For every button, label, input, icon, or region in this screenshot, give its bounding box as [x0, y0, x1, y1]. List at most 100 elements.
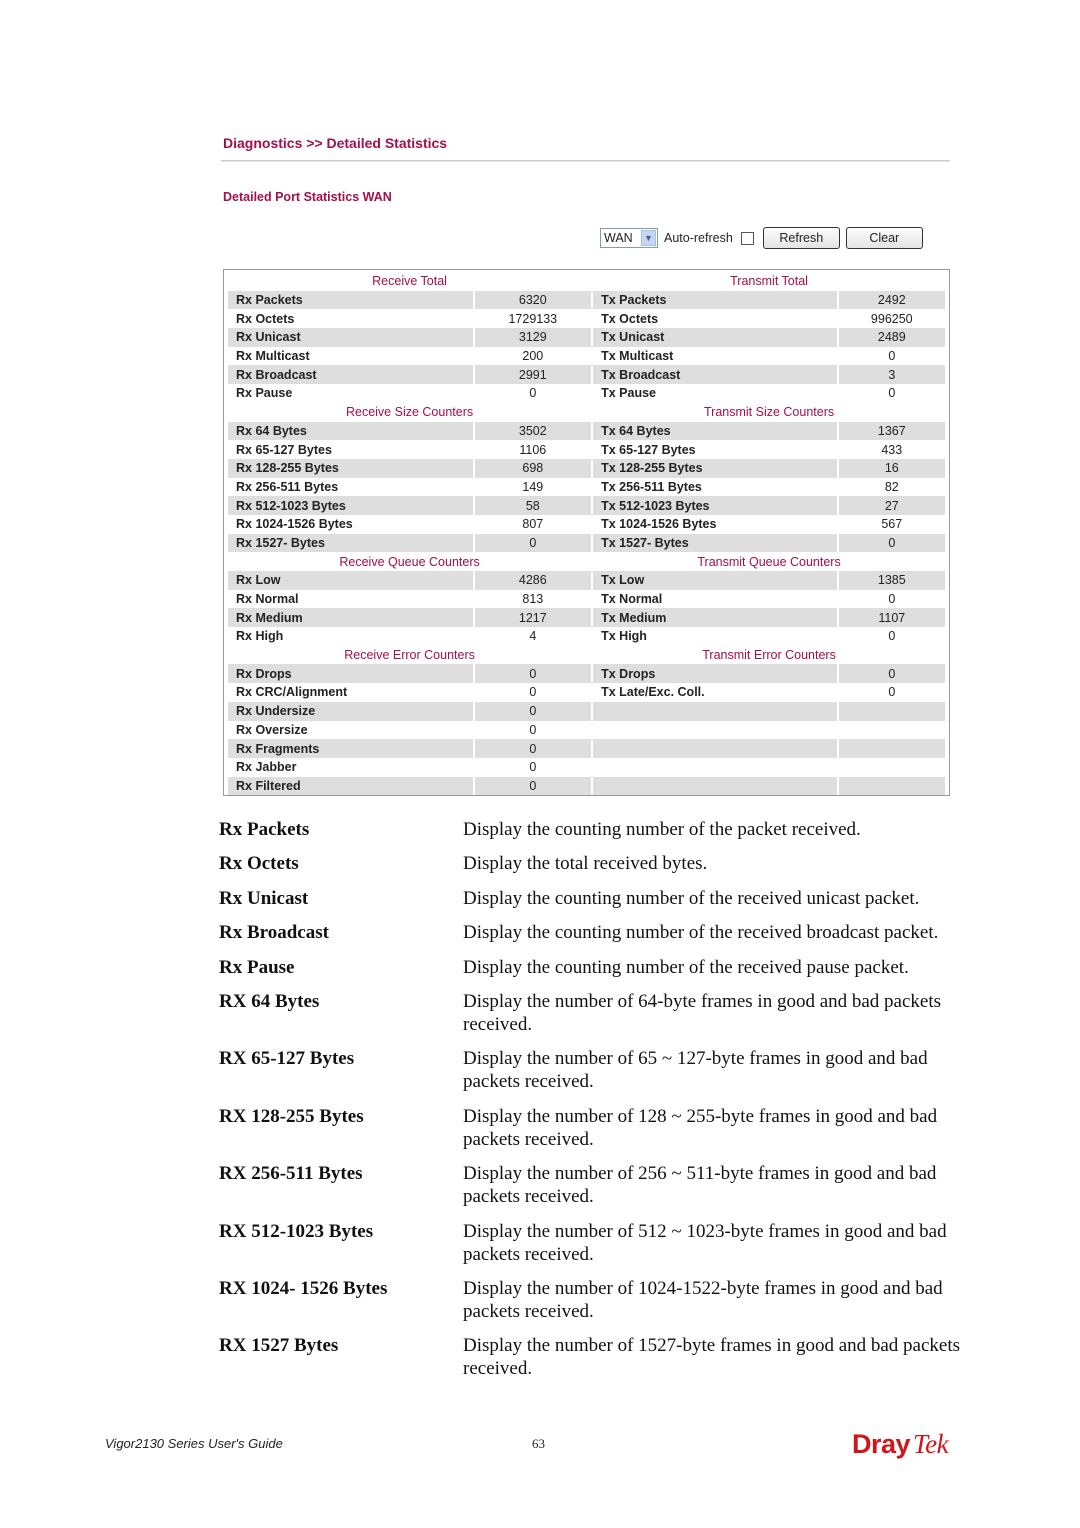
table-row: Rx Fragments 0	[228, 739, 945, 758]
description-definition: Display the counting number of the packe…	[463, 819, 861, 840]
tx-value: 2492	[838, 290, 945, 310]
rx-label: Rx Packets	[228, 290, 473, 310]
description-definition: Display the number of 1527-byte frames i…	[463, 1335, 961, 1380]
rx-label: Rx Broadcast	[228, 365, 473, 385]
description-term: RX 65-127 Bytes	[219, 1048, 355, 1070]
tx-label: Tx Pause	[601, 386, 656, 401]
rx-value: 1729133	[508, 311, 558, 326]
clear-button[interactable]: Clear	[845, 227, 923, 249]
page-number: 63	[532, 1436, 545, 1451]
tx-label	[593, 701, 837, 721]
description-item: Rx Pause Display the counting number of t…	[219, 956, 989, 979]
rx-value: 6320	[474, 290, 592, 310]
tx-value: 0	[888, 592, 896, 607]
description-definition: Display the number of 64-byte frames in …	[463, 990, 942, 1035]
description-item: RX 256-511 Bytes Display the number of 25…	[219, 1162, 989, 1208]
description-term: Rx Unicast	[219, 887, 309, 909]
rx-label: Rx High	[236, 629, 284, 644]
table-row: Rx Octets 1729133 Tx Octets 996250	[228, 309, 945, 328]
tx-label: Tx Normal	[601, 592, 663, 607]
rx-label: Rx Octets	[236, 311, 295, 326]
tx-label: Tx 128-255 Bytes	[593, 458, 837, 478]
tx-label: Tx Medium	[593, 608, 837, 628]
tx-value: 0	[838, 664, 945, 684]
rx-value: 0	[529, 722, 537, 737]
tx-value: 82	[884, 479, 899, 494]
tx-value: 0	[888, 349, 896, 364]
table-row: Rx Filtered 0	[228, 776, 945, 796]
section-title: Detailed Port Statistics WAN	[223, 190, 392, 204]
tx-label	[593, 739, 837, 758]
rx-label: Rx 512-1023 Bytes	[228, 496, 473, 515]
description-definition: Display the number of 1024-1522-byte fra…	[463, 1277, 943, 1322]
rx-value: 0	[474, 701, 592, 721]
tx-label: Tx Packets	[593, 290, 837, 310]
description-item: RX 1527 Bytes Display the number of 1527-…	[219, 1334, 989, 1380]
tx-label: Tx High	[601, 629, 647, 644]
rx-label: Rx Fragments	[228, 739, 473, 758]
tx-label: Tx Broadcast	[593, 365, 837, 385]
description-definition: Display the number of 65 ~ 127-byte fram…	[463, 1048, 928, 1093]
rx-label: Rx 128-255 Bytes	[228, 458, 473, 478]
description-item: RX 65-127 Bytes Display the number of 65 …	[219, 1047, 989, 1093]
description-term: RX 256-511 Bytes	[219, 1163, 363, 1185]
rx-label: Rx 1527- Bytes	[228, 533, 473, 553]
rx-value: 0	[474, 776, 592, 796]
description-term: RX 128-255 Bytes	[219, 1105, 364, 1127]
table-row: Rx Low 4286 Tx Low 1385	[228, 571, 945, 590]
tx-value: 2489	[838, 328, 945, 347]
port-select[interactable]: WAN ▼	[600, 228, 658, 248]
tx-label: Tx Octets	[601, 311, 659, 326]
rx-value: 813	[522, 592, 544, 607]
autorefresh-checkbox[interactable]	[740, 231, 754, 245]
description-item: RX 1024- 1526 Bytes Display the number of…	[219, 1277, 989, 1323]
description-item: Rx Packets Display the counting number of…	[219, 818, 989, 841]
description-item: RX 64 Bytes Display the number of 64-byte…	[219, 990, 989, 1036]
tx-label: Tx Low	[593, 571, 837, 590]
tx-label	[593, 721, 836, 740]
rx-label: Rx Multicast	[236, 349, 310, 364]
tx-label: Tx 65-127 Bytes	[601, 442, 696, 457]
title-divider	[221, 160, 950, 162]
rx-value: 0	[474, 664, 592, 684]
rx-group-title: Receive Size Counters	[345, 405, 474, 420]
rx-value: 149	[522, 479, 544, 494]
statistics-table: Receive Total Transmit Total Rx Packets 632…	[226, 272, 947, 796]
rx-label: Rx 1024-1526 Bytes	[236, 517, 353, 532]
table-row: Rx Undersize 0	[228, 701, 945, 721]
description-definition: Display the number of 128 ~ 255-byte fra…	[463, 1105, 938, 1150]
tx-value: 27	[838, 496, 945, 515]
tx-label: Tx 64 Bytes	[593, 421, 837, 441]
table-row: Rx 256-511 Bytes 149 Tx 256-511 Bytes 82	[228, 478, 945, 497]
rx-group-title: Receive Queue Counters	[339, 554, 480, 569]
description-definition: Display the number of 256 ~ 511-byte fra…	[463, 1163, 937, 1208]
tx-label: Tx Late/Exc. Coll.	[601, 685, 705, 700]
rx-value: 58	[474, 496, 592, 515]
group-header-row: Receive Size Counters Transmit Size Count…	[228, 403, 945, 422]
rx-label: Rx Medium	[228, 608, 473, 628]
description-item: RX 128-255 Bytes Display the number of 12…	[219, 1105, 989, 1151]
tx-value	[839, 721, 945, 740]
tx-group-title: Transmit Size Counters	[703, 405, 835, 420]
toolbar: WAN ▼ Auto-refresh Refresh Clear	[600, 226, 923, 250]
rx-label: Rx Unicast	[228, 328, 473, 347]
tx-value	[838, 739, 945, 758]
rx-label: Rx Low	[228, 571, 473, 590]
tx-value: 0	[888, 386, 896, 401]
description-definition: Display the counting number of the recei…	[463, 887, 920, 909]
autorefresh-label: Auto-refresh	[664, 231, 733, 245]
table-row: Rx Drops 0 Tx Drops 0	[228, 664, 945, 684]
rx-value: 4	[529, 629, 537, 644]
tx-value: 3	[838, 365, 945, 385]
chevron-down-icon[interactable]: ▼	[641, 230, 656, 246]
rx-label: Rx 64 Bytes	[228, 421, 473, 441]
footer-guide-title: Vigor2130 Series User's Guide	[105, 1436, 283, 1451]
description-term: Rx Broadcast	[219, 922, 329, 944]
description-term: RX 64 Bytes	[219, 990, 320, 1012]
table-row: Rx 1527- Bytes 0 Tx 1527- Bytes 0	[228, 533, 945, 553]
description-definition: Display the number of 512 ~ 1023-byte fr…	[463, 1220, 947, 1265]
refresh-button[interactable]: Refresh	[762, 227, 840, 249]
tx-label: Tx 1024-1526 Bytes	[601, 517, 717, 532]
description-term: RX 1527 Bytes	[219, 1335, 339, 1357]
rx-label: Rx Undersize	[228, 701, 473, 721]
